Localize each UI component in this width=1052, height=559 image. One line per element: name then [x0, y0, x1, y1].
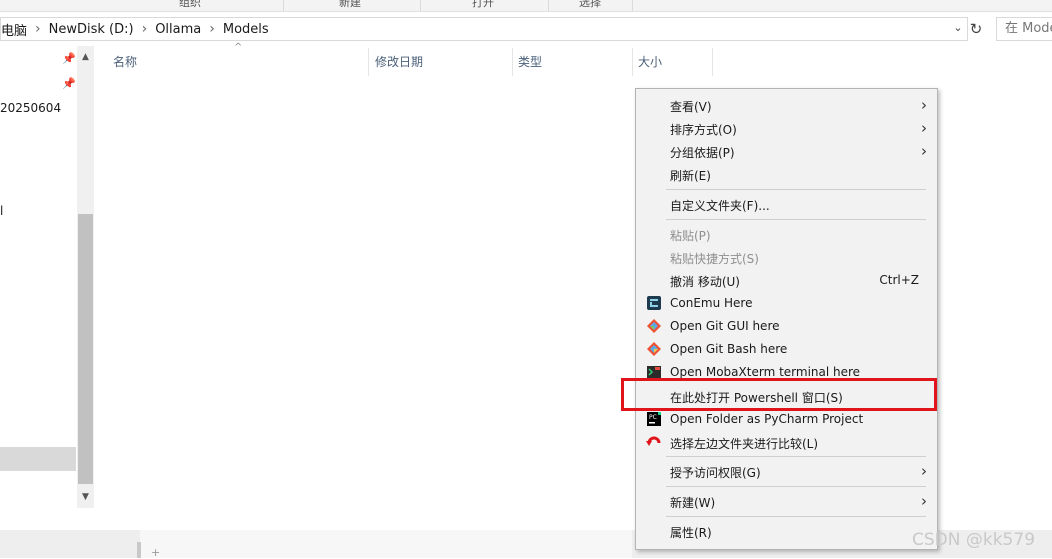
menu-item-label: Open Folder as PyCharm Project	[670, 412, 864, 426]
context-menu: 查看(V) › 排序方式(O) › 分组依据(P) › 刷新(E) 自定义文件夹…	[635, 88, 938, 550]
menu-item-git-gui[interactable]: Open Git GUI here	[636, 315, 937, 338]
nav-item[interactable]: 20250604	[0, 101, 61, 115]
menu-item-label: 粘贴快捷方式(S)	[670, 252, 759, 266]
pin-icon[interactable]: 📌	[62, 52, 76, 65]
nav-item[interactable]: l	[0, 204, 3, 218]
chevron-right-icon: ›	[921, 462, 927, 480]
menu-item-label: 分组依据(P)	[670, 146, 735, 160]
ribbon-group-select[interactable]: 选择	[570, 0, 610, 12]
ribbon-group-open[interactable]: 打开	[463, 0, 503, 12]
highlight-box	[621, 378, 937, 411]
column-divider[interactable]	[368, 48, 369, 76]
menu-item-view[interactable]: 查看(V) ›	[636, 94, 937, 117]
menu-item-group[interactable]: 分组依据(P) ›	[636, 140, 937, 163]
menu-item-new[interactable]: 新建(W) ›	[636, 490, 937, 513]
breadcrumb-drive[interactable]: NewDisk (D:)	[49, 22, 142, 37]
menu-separator	[666, 486, 926, 487]
breadcrumb-models[interactable]: Models	[223, 22, 277, 37]
column-header-name[interactable]: 名称	[113, 53, 137, 70]
address-bar[interactable]: 电脑 › NewDisk (D:) › Ollama › Models ⌄	[0, 17, 968, 41]
menu-item-label: Open MobaXterm terminal here	[670, 365, 861, 379]
column-header-type[interactable]: 类型	[518, 53, 542, 70]
menu-item-label: 查看(V)	[670, 100, 712, 114]
menu-item-grant-access[interactable]: 授予访问权限(G) ›	[636, 460, 937, 483]
background-window-edge	[137, 542, 141, 558]
chevron-right-icon: ›	[921, 492, 927, 510]
menu-item-label: Open Git Bash here	[670, 342, 788, 356]
watermark: CSDN @kk579	[912, 530, 1036, 550]
menu-item-label: 新建(W)	[670, 496, 716, 510]
menu-item-label: 属性(R)	[670, 526, 712, 540]
menu-item-properties[interactable]: 属性(R)	[636, 520, 937, 543]
chevron-right-icon[interactable]: ›	[209, 21, 223, 37]
search-input[interactable]: 在 Models 中搜索	[996, 17, 1052, 41]
menu-item-compare[interactable]: 选择左边文件夹进行比较(L)	[636, 431, 937, 454]
chevron-right-icon: ›	[921, 96, 927, 114]
menu-item-refresh[interactable]: 刷新(E)	[636, 163, 937, 186]
pin-icon[interactable]: 📌	[62, 77, 76, 90]
menu-separator	[666, 456, 926, 457]
menu-item-git-bash[interactable]: Open Git Bash here	[636, 338, 937, 361]
menu-item-label: 刷新(E)	[670, 169, 711, 183]
column-divider[interactable]	[632, 48, 633, 76]
conemu-icon	[647, 296, 661, 310]
scroll-down-icon[interactable]: ▼	[77, 490, 94, 504]
breadcrumb-ollama[interactable]: Ollama	[155, 22, 209, 37]
menu-item-label: 授予访问权限(G)	[670, 466, 761, 480]
menu-item-paste-shortcut[interactable]: 粘贴快捷方式(S)	[636, 246, 937, 269]
menu-item-customize[interactable]: 自定义文件夹(F)...	[636, 193, 937, 216]
chevron-right-icon: ›	[921, 142, 927, 160]
git-bash-icon	[647, 342, 661, 356]
plus-icon: +	[151, 546, 161, 559]
svg-text:PC: PC	[649, 414, 657, 421]
ribbon-group-organize[interactable]: 组织	[170, 0, 210, 12]
ribbon-divider	[632, 0, 633, 12]
chevron-down-icon[interactable]: ⌄	[951, 21, 965, 37]
column-divider[interactable]	[512, 48, 513, 76]
menu-item-label: 选择左边文件夹进行比较(L)	[670, 437, 819, 451]
ribbon-strip: 组织 新建 打开 选择	[0, 0, 1052, 12]
refresh-icon[interactable]: ↻	[966, 17, 986, 41]
ribbon-group-new[interactable]: 新建	[330, 0, 370, 12]
chevron-right-icon: ›	[921, 119, 927, 137]
pycharm-icon: PC	[647, 412, 661, 426]
menu-item-label: ConEmu Here	[670, 296, 753, 310]
menu-item-conemu[interactable]: ConEmu Here	[636, 292, 937, 315]
background-window	[140, 530, 632, 558]
menu-item-label: Open Git GUI here	[670, 319, 780, 333]
menu-item-pycharm[interactable]: PC Open Folder as PyCharm Project	[636, 408, 937, 431]
sort-ascending-icon: ^	[234, 42, 243, 53]
compare-arrow-icon	[646, 436, 661, 446]
menu-separator	[666, 516, 926, 517]
chevron-right-icon[interactable]: ›	[35, 21, 49, 37]
menu-item-sort[interactable]: 排序方式(O) ›	[636, 117, 937, 140]
column-divider[interactable]	[712, 48, 713, 76]
shortcut-label: Ctrl+Z	[879, 273, 919, 287]
menu-item-paste[interactable]: 粘贴(P)	[636, 223, 937, 246]
menu-separator	[666, 189, 926, 190]
ribbon-divider	[548, 0, 549, 12]
scroll-up-icon[interactable]: ▲	[77, 50, 94, 64]
menu-item-label: 排序方式(O)	[670, 123, 737, 137]
column-header-size[interactable]: 大小	[638, 53, 662, 70]
nav-item-selected[interactable]	[0, 447, 76, 471]
breadcrumb-pc[interactable]: 电脑	[1, 20, 35, 39]
scrollbar-thumb[interactable]	[78, 214, 93, 484]
menu-item-label: 撤消 移动(U)	[670, 275, 740, 289]
ribbon-divider	[283, 0, 284, 12]
menu-item-undo-move[interactable]: 撤消 移动(U) Ctrl+Z	[636, 269, 937, 292]
menu-item-label: 粘贴(P)	[670, 229, 711, 243]
chevron-right-icon[interactable]: ›	[142, 21, 156, 37]
nav-scrollbar[interactable]: ▲ ▼	[77, 46, 94, 508]
git-gui-icon	[647, 319, 661, 333]
ribbon-divider	[420, 0, 421, 12]
menu-separator	[666, 219, 926, 220]
menu-item-label: 自定义文件夹(F)...	[670, 199, 770, 213]
column-header-modified[interactable]: 修改日期	[375, 53, 423, 70]
